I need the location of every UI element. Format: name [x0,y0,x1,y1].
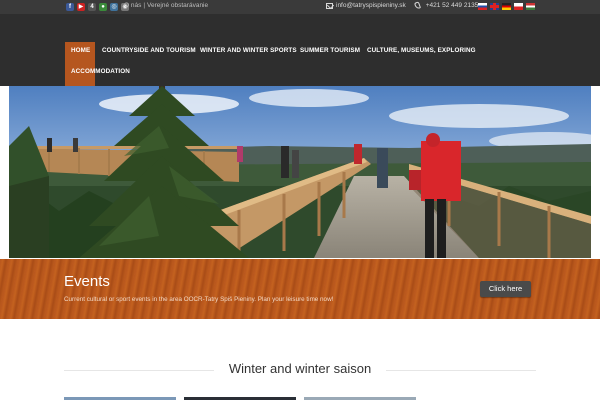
section-title: Winter and winter saison [228,361,372,376]
language-flags [478,3,535,10]
social-links: f ▶ 4 ● ◎ ◉ [66,3,129,11]
link-separator: | [143,2,146,9]
foursquare-icon[interactable]: 4 [88,3,96,11]
email-link[interactable]: info@tatryspispieniny.sk [336,2,406,9]
german-flag-icon[interactable] [502,3,511,10]
nav-item-winter[interactable]: WINTER AND WINTER SPORTS [200,47,297,54]
youtube-icon[interactable]: ▶ [77,3,85,11]
nav-item-summer[interactable]: SUMMER TOURISM [300,47,360,54]
facebook-icon[interactable]: f [66,3,74,11]
hungarian-flag-icon[interactable] [526,3,535,10]
phone-number: +421 52 449 2135 [425,2,479,9]
slovak-flag-icon[interactable] [478,3,487,10]
events-click-button[interactable]: Click here [480,281,531,297]
tripadvisor-icon[interactable]: ● [99,3,107,11]
nav-item-countryside[interactable]: COUNTRYSIDE AND TOURISM [102,47,196,54]
polish-flag-icon[interactable] [514,3,523,10]
events-description: Current cultural or sport events in the … [64,296,334,303]
nav-item-accommodation[interactable]: ACCOMMODATION [71,68,130,75]
link-about[interactable]: O nás [124,2,141,9]
instagram-icon[interactable]: ◎ [110,3,118,11]
events-title: Events [64,273,110,290]
top-links: O nás | Verejné obstarávanie [124,2,208,9]
english-flag-icon[interactable] [490,3,499,10]
link-public-procurement[interactable]: Verejné obstarávanie [147,2,208,9]
nav-item-home[interactable]: HOME [71,47,90,54]
hero-image [9,86,591,258]
top-bar: f ▶ 4 ● ◎ ◉ O nás | Verejné obstarávanie i… [0,0,600,14]
nav-item-culture[interactable]: CULTURE, MUSEUMS, EXPLORING [367,47,476,54]
contact-info: info@tatryspispieniny.sk +421 52 449 213… [326,1,479,10]
spruce-tree [9,86,249,258]
mail-icon [326,2,333,9]
phone-icon [413,1,421,10]
